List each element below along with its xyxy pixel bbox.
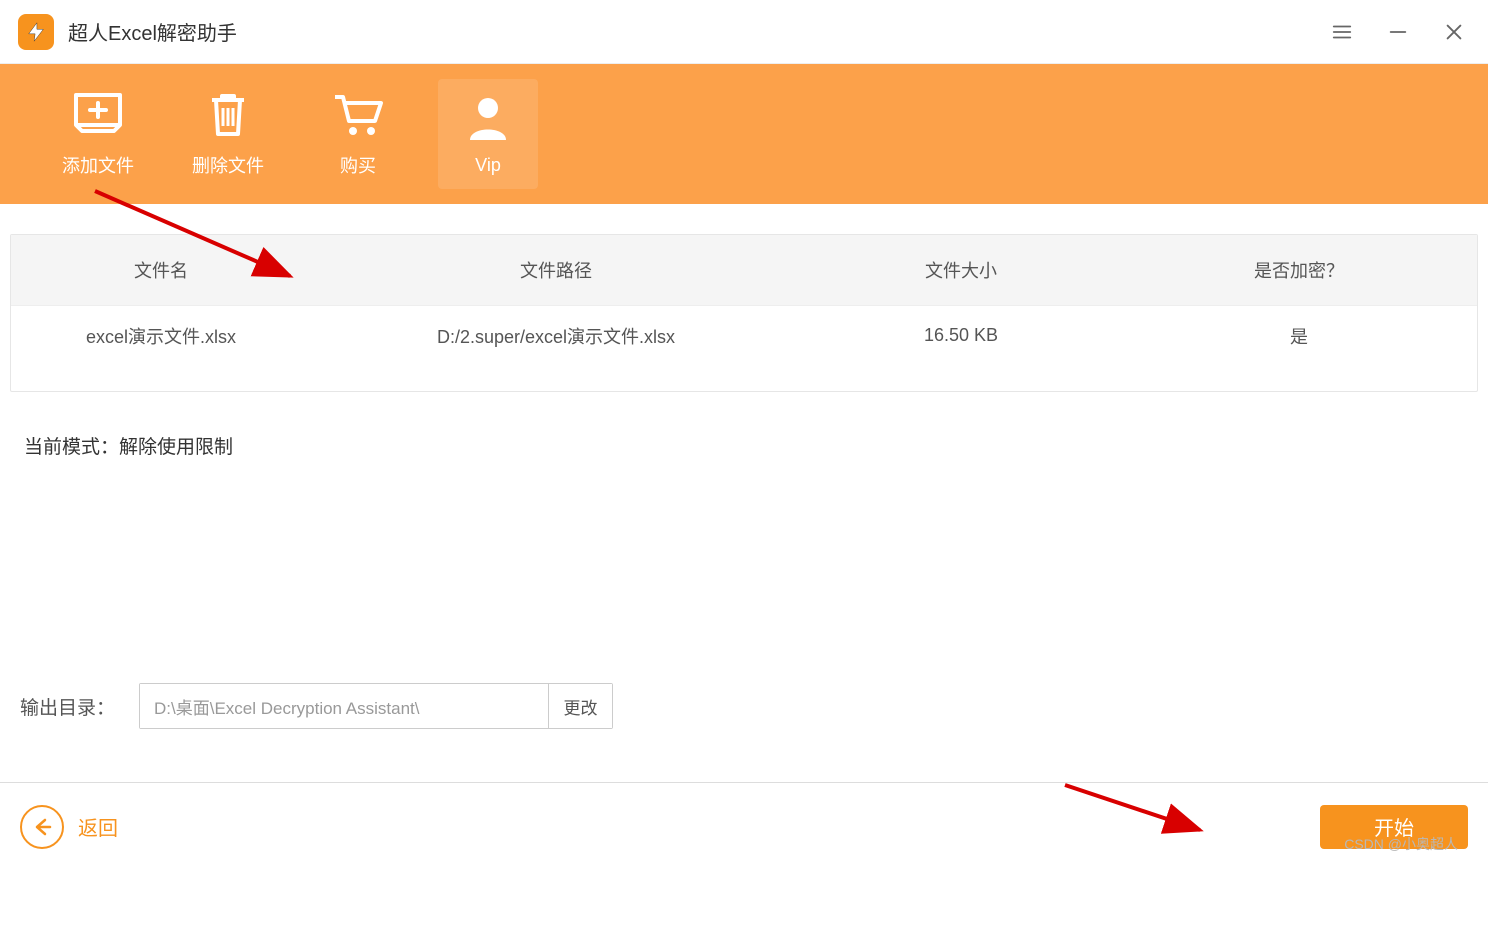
col-encrypted: 是否加密？ (1121, 257, 1477, 283)
add-file-icon (70, 90, 126, 140)
table-bottom-space (11, 365, 1477, 391)
col-filesize: 文件大小 (801, 257, 1121, 283)
title-left: 超人Excel解密助手 (18, 14, 237, 50)
app-logo-icon (18, 14, 54, 50)
cell-filesize: 16.50 KB (801, 325, 1121, 346)
user-icon (466, 93, 510, 143)
toolbar-buy[interactable]: 购买 (308, 79, 408, 189)
table-header: 文件名 文件路径 文件大小 是否加密？ (11, 235, 1477, 305)
cart-icon (331, 90, 385, 140)
trash-icon (204, 90, 252, 140)
output-dir-input[interactable] (140, 684, 548, 728)
title-bar: 超人Excel解密助手 (0, 0, 1488, 64)
back-label: 返回 (78, 812, 118, 841)
close-icon[interactable] (1438, 16, 1470, 48)
col-filename: 文件名 (11, 257, 311, 283)
minimize-icon[interactable] (1382, 16, 1414, 48)
output-group: 更改 (139, 683, 613, 729)
toolbar-label: 添加文件 (62, 152, 134, 178)
table-row[interactable]: excel演示文件.xlsx D:/2.super/excel演示文件.xlsx… (11, 305, 1477, 365)
toolbar: 添加文件 删除文件 购买 Vip (0, 64, 1488, 204)
content: 文件名 文件路径 文件大小 是否加密？ excel演示文件.xlsx D:/2.… (0, 204, 1488, 459)
back-button[interactable]: 返回 (20, 805, 118, 849)
cell-filename: excel演示文件.xlsx (11, 323, 311, 349)
app-title: 超人Excel解密助手 (68, 17, 237, 46)
file-table: 文件名 文件路径 文件大小 是否加密？ excel演示文件.xlsx D:/2.… (10, 234, 1478, 392)
watermark: CSDN @小奥超人 (1344, 834, 1458, 854)
toolbar-vip[interactable]: Vip (438, 79, 538, 189)
window-controls (1326, 16, 1470, 48)
toolbar-delete-file[interactable]: 删除文件 (178, 79, 278, 189)
toolbar-label: Vip (475, 155, 501, 176)
menu-icon[interactable] (1326, 16, 1358, 48)
output-row: 输出目录： 更改 (20, 683, 613, 729)
current-mode: 当前模式：解除使用限制 (10, 432, 1478, 459)
cell-encrypted: 是 (1121, 323, 1477, 349)
cell-filepath: D:/2.super/excel演示文件.xlsx (311, 323, 801, 349)
col-filepath: 文件路径 (311, 257, 801, 283)
back-arrow-icon (20, 805, 64, 849)
toolbar-add-file[interactable]: 添加文件 (48, 79, 148, 189)
output-label: 输出目录： (20, 693, 115, 720)
toolbar-label: 购买 (340, 152, 376, 178)
change-dir-button[interactable]: 更改 (548, 684, 612, 728)
footer: 返回 开始 (0, 782, 1488, 870)
toolbar-label: 删除文件 (192, 152, 264, 178)
